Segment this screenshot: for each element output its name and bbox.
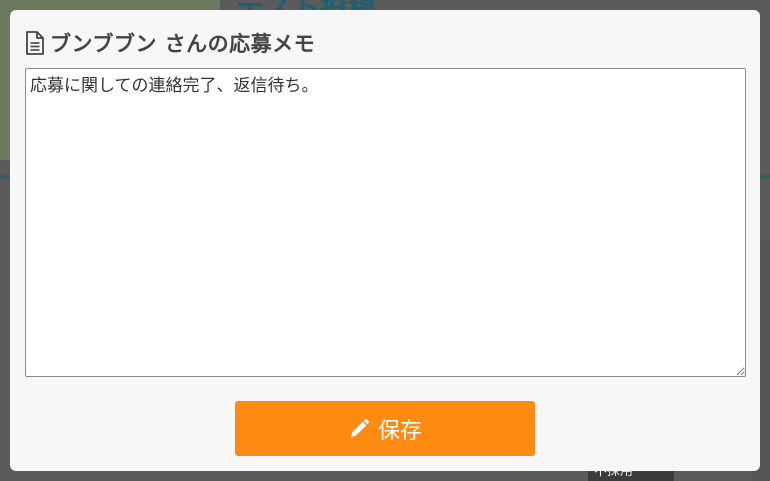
pencil-icon: [348, 418, 370, 440]
memo-modal: ブンブブン さんの応募メモ 応募に関しての連絡完了、返信待ち。 保存: [10, 10, 760, 471]
save-button[interactable]: 保存: [235, 401, 535, 456]
document-icon: [24, 30, 46, 56]
modal-header: ブンブブン さんの応募メモ: [24, 28, 746, 58]
modal-title: ブンブブン さんの応募メモ: [50, 32, 316, 56]
memo-field-wrapper: 応募に関しての連絡完了、返信待ち。: [25, 68, 746, 377]
memo-textarea[interactable]: 応募に関しての連絡完了、返信待ち。: [25, 68, 746, 377]
save-button-label: 保存: [377, 418, 422, 444]
